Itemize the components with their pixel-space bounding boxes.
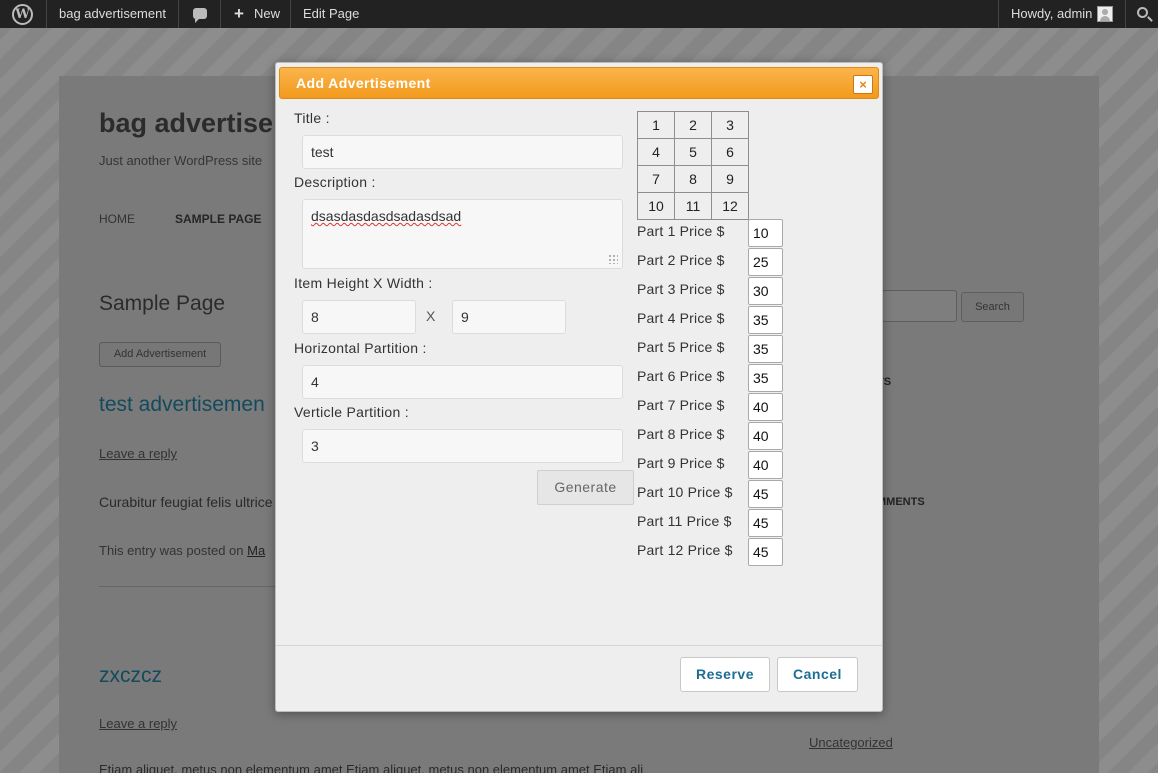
dialog-footer-divider <box>276 645 882 646</box>
entry-meta: This entry was posted on Ma <box>99 543 265 558</box>
description-label: Description : <box>294 174 376 190</box>
price-label: Part 7 Price $ <box>637 397 725 413</box>
separator <box>46 0 47 28</box>
price-input[interactable]: 40 <box>748 451 783 479</box>
nav-item-home[interactable]: HOME <box>99 212 135 226</box>
widget-heading-2: MMENTS <box>877 496 925 508</box>
post-excerpt-2: Etiam aliquet, metus non elementum amet … <box>99 762 644 773</box>
add-advertisement-button[interactable]: Add Advertisement <box>99 342 221 367</box>
price-label: Part 9 Price $ <box>637 455 725 471</box>
price-label: Part 1 Price $ <box>637 223 725 239</box>
nav-item-sample-page[interactable]: SAMPLE PAGE <box>175 212 261 226</box>
site-tagline: Just another WordPress site <box>99 153 263 168</box>
reserve-button[interactable]: Reserve <box>680 657 770 692</box>
price-label: Part 3 Price $ <box>637 281 725 297</box>
page-title: Sample Page <box>99 292 226 315</box>
width-input[interactable]: 9 <box>452 300 566 334</box>
grid-cell: 7 <box>637 165 675 193</box>
leave-reply-link-2[interactable]: Leave a reply <box>99 716 177 731</box>
site-title[interactable]: bag advertise <box>99 108 273 139</box>
partition-grid: 1 2 3 4 5 6 7 8 9 10 11 12 <box>637 111 749 220</box>
price-label: Part 11 Price $ <box>637 513 732 529</box>
grid-row: 789 <box>637 165 749 193</box>
separator <box>1125 0 1126 28</box>
adminbar-howdy[interactable]: Howdy, admin <box>1011 0 1092 28</box>
verticle-partition-label: Verticle Partition : <box>294 404 409 420</box>
close-icon[interactable]: × <box>853 75 873 94</box>
avatar[interactable] <box>1097 6 1113 22</box>
post-title-2[interactable]: zxczcz <box>99 664 162 688</box>
grid-row: 10 11 12 <box>637 192 749 220</box>
price-label: Part 5 Price $ <box>637 339 725 355</box>
separator <box>178 0 179 28</box>
price-label: Part 6 Price $ <box>637 368 725 384</box>
entry-meta-prefix: This entry was posted on <box>99 543 244 558</box>
grid-cell: 2 <box>674 111 712 139</box>
grid-cell: 12 <box>711 192 749 220</box>
grid-cell: 9 <box>711 165 749 193</box>
price-label: Part 12 Price $ <box>637 542 733 558</box>
post-title[interactable]: test advertisemen <box>99 393 265 417</box>
size-label: Item Height X Width : <box>294 275 433 291</box>
wordpress-logo-icon[interactable]: W <box>12 4 33 25</box>
comments-icon[interactable] <box>193 8 207 23</box>
divider <box>99 586 279 587</box>
price-input[interactable]: 45 <box>748 538 783 566</box>
adminbar-new[interactable]: New <box>254 0 280 28</box>
times-label: X <box>426 308 436 324</box>
add-advertisement-dialog: Add Advertisement × Title : test Descrip… <box>275 62 883 712</box>
grid-row: 456 <box>637 138 749 166</box>
sidebar-search-input[interactable] <box>882 290 957 322</box>
price-input[interactable]: 30 <box>748 277 783 305</box>
price-label: Part 2 Price $ <box>637 252 725 268</box>
price-input[interactable]: 40 <box>748 393 783 421</box>
height-input[interactable]: 8 <box>302 300 416 334</box>
adminbar-edit-page[interactable]: Edit Page <box>303 0 359 28</box>
grid-row: 123 <box>637 111 749 139</box>
grid-cell: 5 <box>674 138 712 166</box>
price-label: Part 4 Price $ <box>637 310 725 326</box>
post-excerpt: Curabitur feugiat felis ultrice <box>99 494 273 510</box>
dialog-titlebar[interactable]: Add Advertisement × <box>279 67 879 99</box>
grid-cell: 1 <box>637 111 675 139</box>
price-input[interactable]: 45 <box>748 509 783 537</box>
dialog-title: Add Advertisement <box>296 75 431 91</box>
description-textarea[interactable]: dsasdasdasdsadasdsad <box>302 199 623 269</box>
leave-reply-link[interactable]: Leave a reply <box>99 446 177 461</box>
search-icon[interactable] <box>1137 7 1148 18</box>
price-input[interactable]: 35 <box>748 335 783 363</box>
entry-date-link[interactable]: Ma <box>247 543 265 558</box>
category-link[interactable]: Uncategorized <box>809 735 893 750</box>
grid-cell: 10 <box>637 192 675 220</box>
admin-bar: W bag advertisement + New Edit Page Howd… <box>0 0 1158 28</box>
verticle-partition-input[interactable]: 3 <box>302 429 623 463</box>
grid-cell: 11 <box>674 192 712 220</box>
separator <box>998 0 999 28</box>
price-input[interactable]: 45 <box>748 480 783 508</box>
price-label: Part 8 Price $ <box>637 426 725 442</box>
title-input[interactable]: test <box>302 135 623 169</box>
separator <box>220 0 221 28</box>
grid-cell: 4 <box>637 138 675 166</box>
price-input[interactable]: 40 <box>748 422 783 450</box>
price-input[interactable]: 35 <box>748 364 783 392</box>
plus-icon[interactable]: + <box>234 0 244 28</box>
price-label: Part 10 Price $ <box>637 484 733 500</box>
description-text: dsasdasdasdsadasdsad <box>311 208 462 224</box>
grid-cell: 8 <box>674 165 712 193</box>
horizontal-partition-input[interactable]: 4 <box>302 365 623 399</box>
resize-handle-icon[interactable] <box>608 254 618 264</box>
price-input[interactable]: 25 <box>748 248 783 276</box>
adminbar-site-name[interactable]: bag advertisement <box>59 0 166 28</box>
price-input[interactable]: 10 <box>748 219 783 247</box>
price-input[interactable]: 35 <box>748 306 783 334</box>
title-label: Title : <box>294 110 330 126</box>
cancel-button[interactable]: Cancel <box>777 657 858 692</box>
generate-button[interactable]: Generate <box>537 470 634 505</box>
sidebar-search-button[interactable]: Search <box>961 292 1024 322</box>
separator <box>290 0 291 28</box>
horizontal-partition-label: Horizontal Partition : <box>294 340 427 356</box>
grid-cell: 6 <box>711 138 749 166</box>
grid-cell: 3 <box>711 111 749 139</box>
